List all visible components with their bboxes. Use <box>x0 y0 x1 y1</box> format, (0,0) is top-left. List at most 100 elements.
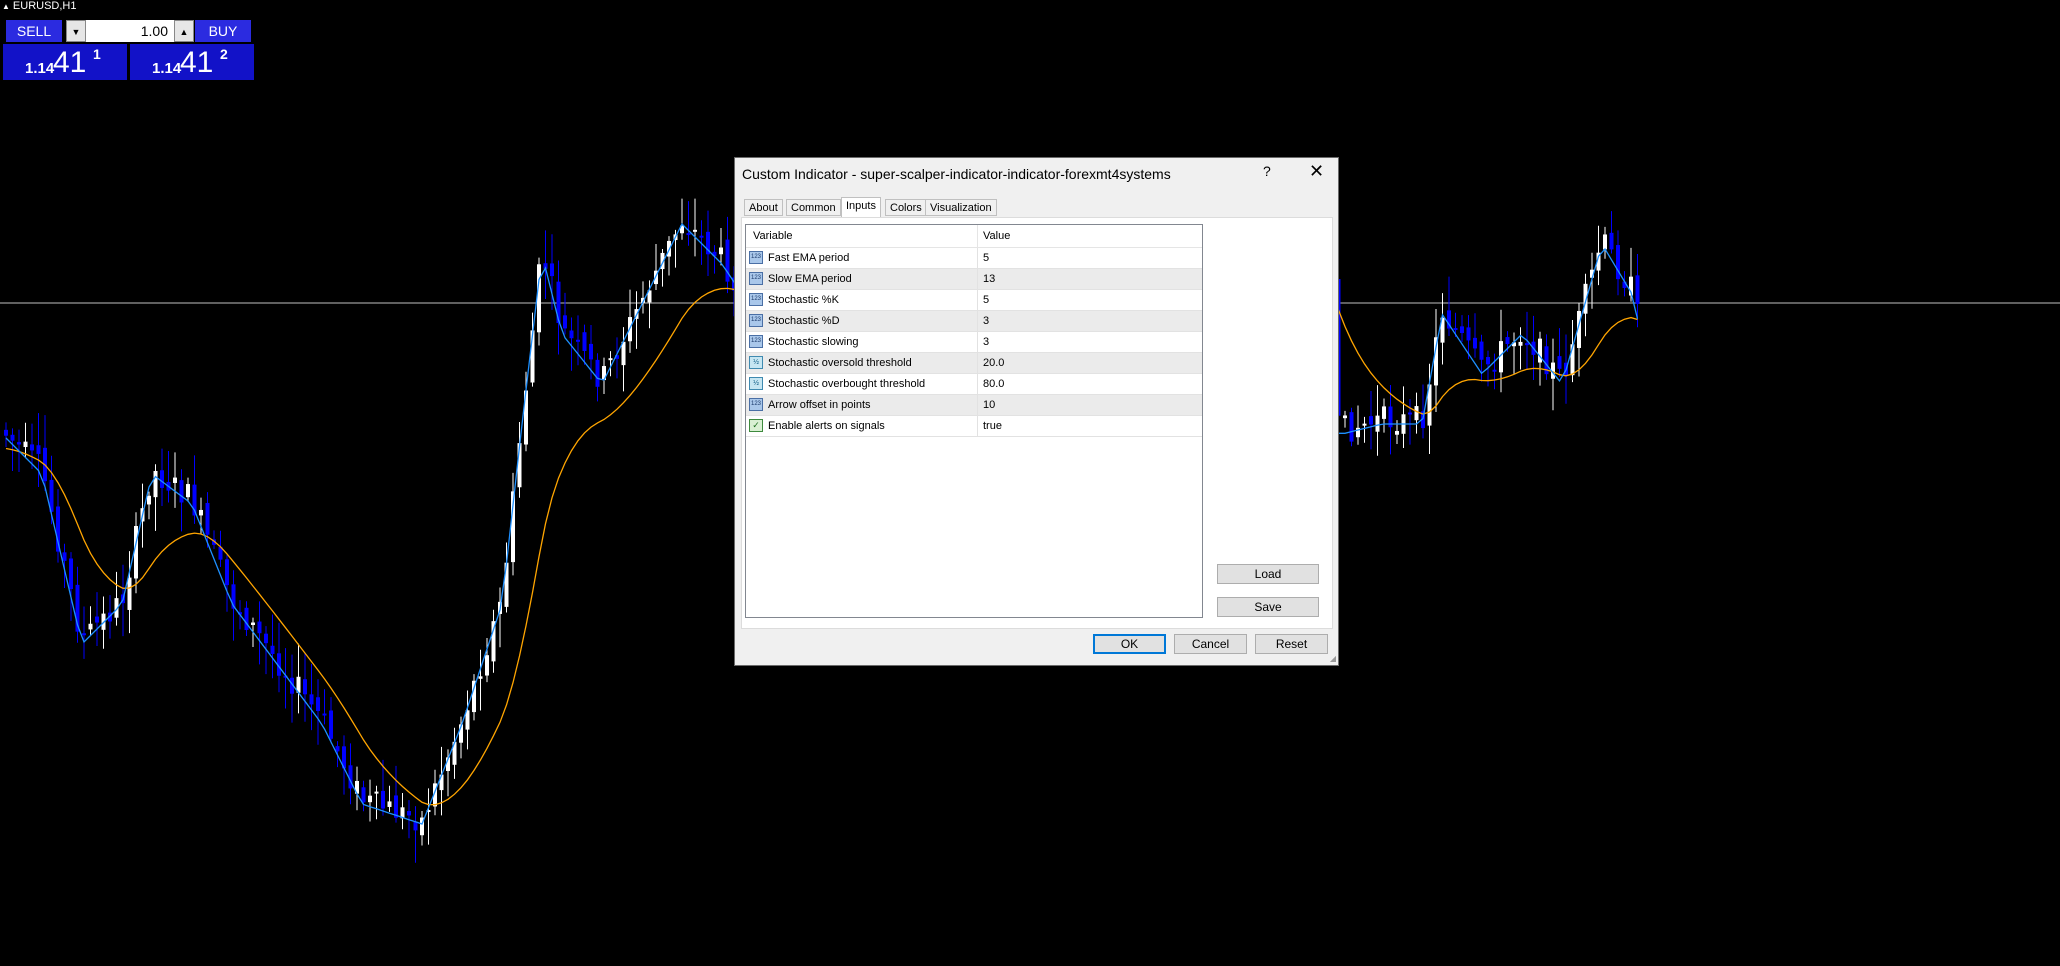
candle-body <box>69 558 73 590</box>
candle-body <box>368 795 372 803</box>
candle-body <box>322 713 327 716</box>
table-row[interactable]: 123 Stochastic slowing 3 <box>746 332 1202 353</box>
candle-body <box>199 509 203 516</box>
candle-body <box>82 633 86 636</box>
variable-value[interactable]: 3 <box>977 311 1198 331</box>
load-button[interactable]: Load <box>1217 564 1319 584</box>
candle-body <box>153 470 158 498</box>
tab-visualization[interactable]: Visualization <box>925 199 997 216</box>
sell-price-prefix: 1.14 <box>25 60 55 77</box>
candle-body <box>576 339 580 342</box>
variable-value[interactable]: 80.0 <box>977 374 1198 394</box>
variable-name: Fast EMA period <box>768 252 850 264</box>
sell-price-fraction: 1 <box>93 46 101 62</box>
candle-body <box>1466 327 1471 341</box>
candle-body <box>1395 431 1399 435</box>
integer-type-icon: 123 <box>749 314 763 327</box>
close-icon[interactable]: ✕ <box>1309 161 1324 182</box>
candle-body <box>316 697 320 711</box>
candle-body <box>686 233 691 236</box>
buy-button[interactable]: BUY <box>195 20 251 42</box>
sell-button[interactable]: SELL <box>6 20 62 42</box>
candle-body <box>251 622 255 625</box>
table-row[interactable]: ½ Stochastic oversold threshold 20.0 <box>746 353 1202 374</box>
variable-value[interactable]: true <box>977 416 1198 436</box>
lot-size-input[interactable]: 1.00 <box>88 20 172 42</box>
variable-column-header[interactable]: Variable <box>753 225 793 247</box>
tab-about[interactable]: About <box>744 199 783 216</box>
collapse-triangle-icon[interactable]: ▲ <box>2 2 10 11</box>
candle-body <box>1479 341 1484 360</box>
table-row[interactable]: 123 Arrow offset in points 10 <box>746 395 1202 416</box>
tab-colors[interactable]: Colors <box>885 199 927 216</box>
table-row[interactable]: 123 Stochastic %K 5 <box>746 290 1202 311</box>
buy-price-button[interactable]: 1.14 41 2 <box>130 44 254 80</box>
candle-body <box>95 616 99 623</box>
buy-price-fraction: 2 <box>220 46 228 62</box>
candle-body <box>1362 423 1367 426</box>
candle-body <box>595 359 600 387</box>
buy-price-prefix: 1.14 <box>152 60 182 77</box>
candle-body <box>608 358 613 361</box>
candle-body <box>127 577 132 610</box>
variable-value[interactable]: 5 <box>977 248 1198 268</box>
cancel-button[interactable]: Cancel <box>1174 634 1247 654</box>
ok-button[interactable]: OK <box>1093 634 1166 654</box>
candle-body <box>23 441 28 448</box>
resize-grip-icon[interactable]: ◢ <box>1330 654 1336 663</box>
candle-body <box>537 264 541 333</box>
candle-body <box>10 434 15 441</box>
candle-body <box>1453 328 1458 331</box>
candle-body <box>160 470 164 488</box>
table-row[interactable]: 123 Fast EMA period 5 <box>746 248 1202 269</box>
candle-body <box>186 484 190 498</box>
candle-body <box>309 694 314 705</box>
variable-value[interactable]: 5 <box>977 290 1198 310</box>
save-button[interactable]: Save <box>1217 597 1319 617</box>
variable-name: Arrow offset in points <box>768 399 871 411</box>
candle-body <box>335 746 340 752</box>
sell-price-button[interactable]: 1.14 41 1 <box>3 44 127 80</box>
candle-body <box>387 801 392 807</box>
candle-body <box>4 429 8 436</box>
candle-body <box>1492 369 1497 372</box>
tab-inputs[interactable]: Inputs <box>841 197 881 218</box>
candle-body <box>62 552 67 561</box>
inputs-grid: Variable Value 123 Fast EMA period 5 123… <box>745 224 1203 618</box>
candle-body <box>173 477 177 483</box>
table-row[interactable]: ½ Stochastic overbought threshold 80.0 <box>746 374 1202 395</box>
candle-body <box>1369 416 1373 425</box>
variable-value[interactable]: 3 <box>977 332 1198 352</box>
double-type-icon: ½ <box>749 377 763 390</box>
lot-size-stepper[interactable]: ▼ 1.00 ▲ <box>66 20 194 42</box>
table-row[interactable]: 123 Stochastic %D 3 <box>746 311 1202 332</box>
help-icon[interactable]: ? <box>1263 163 1271 179</box>
candle-body <box>257 621 262 634</box>
candle-body <box>1343 415 1347 419</box>
variable-value[interactable]: 13 <box>977 269 1198 289</box>
candle-body <box>478 676 483 679</box>
candle-body <box>205 502 210 535</box>
candle-body <box>179 480 184 503</box>
chevron-down-icon[interactable]: ▼ <box>66 20 86 42</box>
table-row[interactable]: ✓ Enable alerts on signals true <box>746 416 1202 437</box>
candle-body <box>329 710 333 739</box>
candle-body <box>88 623 93 630</box>
candle-body <box>1603 234 1607 250</box>
custom-indicator-dialog: Custom Indicator - super-scalper-indicat… <box>734 157 1339 666</box>
one-click-trading-panel: SELL ▼ 1.00 ▲ BUY 1.14 41 1 1.14 41 2 <box>3 20 254 82</box>
tab-common[interactable]: Common <box>786 199 841 216</box>
variable-value[interactable]: 10 <box>977 395 1198 415</box>
variable-value[interactable]: 20.0 <box>977 353 1198 373</box>
candle-body <box>30 444 34 451</box>
integer-type-icon: 123 <box>749 272 763 285</box>
reset-button[interactable]: Reset <box>1255 634 1328 654</box>
value-column-header[interactable]: Value <box>977 225 1010 247</box>
variable-name: Enable alerts on signals <box>768 420 885 432</box>
double-type-icon: ½ <box>749 356 763 369</box>
table-row[interactable]: 123 Slow EMA period 13 <box>746 269 1202 290</box>
chevron-up-icon[interactable]: ▲ <box>174 20 194 42</box>
candle-body <box>303 679 307 695</box>
candle-body <box>1349 412 1354 442</box>
candle-body <box>699 235 704 238</box>
